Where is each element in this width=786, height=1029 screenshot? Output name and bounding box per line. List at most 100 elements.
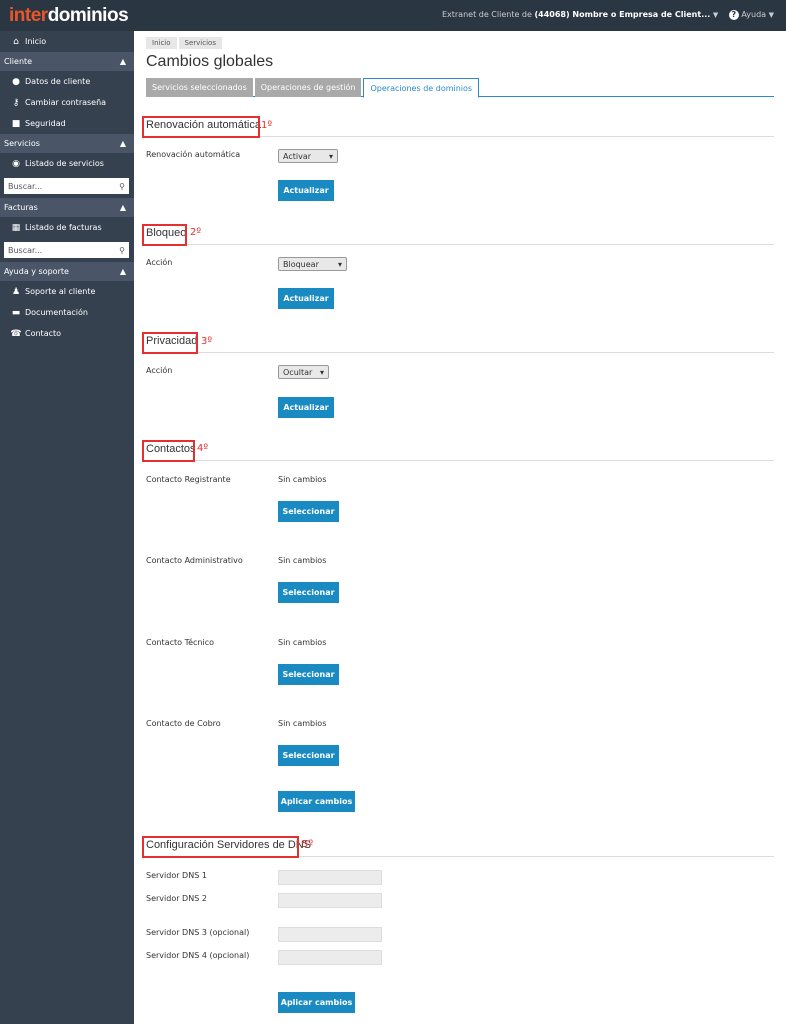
search-services-input[interactable]: Buscar... ⚲: [4, 178, 129, 194]
dns4-input[interactable]: [278, 950, 382, 965]
search-placeholder: Buscar...: [8, 245, 43, 255]
section-title: Contactos: [146, 443, 774, 461]
dns1-input[interactable]: [278, 870, 382, 885]
sidebar-section-ayuda[interactable]: Ayuda y soporte ▲: [0, 262, 134, 281]
field-label: Renovación automática: [146, 150, 241, 159]
contact-icon: ☎: [10, 328, 22, 339]
brand-logo[interactable]: interdominios: [9, 5, 129, 27]
support-icon: ♟: [11, 286, 21, 297]
aplicar-cambios-button[interactable]: Aplicar cambios: [278, 791, 355, 812]
sidebar-item-datos[interactable]: ● Datos de cliente: [0, 71, 134, 92]
chevron-up-icon: ▲: [119, 57, 126, 66]
tab-servicios-seleccionados[interactable]: Servicios seleccionados: [146, 78, 253, 97]
user-icon: ●: [12, 76, 20, 87]
sidebar-item-soporte[interactable]: ♟ Soporte al cliente: [0, 281, 134, 302]
sidebar-section-facturas[interactable]: Facturas ▲: [0, 198, 134, 217]
section-title: Privacidad: [146, 335, 774, 353]
logo-part-2: dominios: [47, 5, 129, 26]
sidebar-item-seguridad[interactable]: ■ Seguridad: [0, 113, 134, 134]
sidebar-item-contrasena[interactable]: ⚷ Cambiar contraseña: [0, 92, 134, 113]
caret-down-icon[interactable]: ▼: [713, 11, 718, 19]
actualizar-button[interactable]: Actualizar: [278, 288, 334, 309]
step-number: 4º: [197, 443, 209, 454]
sidebar-label: Listado de facturas: [25, 223, 102, 232]
breadcrumb-inicio[interactable]: Inicio: [146, 37, 177, 49]
search-icon[interactable]: ⚲: [119, 246, 125, 255]
help-icon[interactable]: ?: [728, 10, 739, 20]
step-number: 2º: [190, 227, 202, 238]
sidebar-section-servicios[interactable]: Servicios ▲: [0, 134, 134, 153]
privacidad-select[interactable]: Ocultar ▾: [278, 365, 329, 379]
breadcrumb: Inicio Servicios: [146, 37, 224, 49]
sidebar-item-contacto[interactable]: ☎ Contacto: [0, 323, 134, 344]
account-menu[interactable]: (44068) Nombre o Empresa de Client...: [534, 10, 710, 19]
actualizar-button[interactable]: Actualizar: [278, 397, 334, 418]
dns-label: Servidor DNS 2: [146, 894, 207, 903]
chevron-up-icon: ▲: [119, 267, 126, 276]
sidebar: ⌂ Inicio Cliente ▲ ● Datos de cliente ⚷ Camb…: [0, 31, 134, 1024]
highlight-box: [142, 440, 195, 462]
step-number: 5º: [302, 839, 314, 850]
chevron-down-icon: ▾: [337, 259, 342, 269]
renovacion-select[interactable]: Activar ▾: [278, 149, 338, 163]
bloqueo-select[interactable]: Bloquear ▾: [278, 257, 347, 271]
section-dns: Configuración Servidores de DNS 5º Servi…: [142, 836, 774, 1029]
chevron-up-icon: ▲: [119, 203, 126, 212]
breadcrumb-servicios[interactable]: Servicios: [178, 37, 222, 49]
sidebar-label: Seguridad: [25, 119, 66, 128]
section-title: Servicios: [4, 139, 40, 148]
highlight-box: [142, 224, 187, 246]
sidebar-label: Cambiar contraseña: [25, 98, 107, 107]
contact-label: Contacto Administrativo: [146, 556, 243, 565]
search-invoices-input[interactable]: Buscar... ⚲: [4, 242, 129, 258]
section-bloqueo: Bloqueo 2º Acción Bloquear ▾ Actualizar: [142, 224, 774, 327]
tab-operaciones-gestion[interactable]: Operaciones de gestión: [254, 78, 362, 97]
chevron-up-icon: ▲: [119, 139, 126, 148]
field-label: Acción: [146, 366, 173, 375]
contact-label: Contacto Registrante: [146, 475, 231, 484]
sidebar-section-cliente[interactable]: Cliente ▲: [0, 52, 134, 71]
seleccionar-button[interactable]: Seleccionar: [278, 582, 339, 603]
field-label: Acción: [146, 258, 173, 267]
sidebar-label: Contacto: [25, 329, 62, 338]
tab-operaciones-dominios[interactable]: Operaciones de dominios: [363, 78, 480, 98]
section-title: Bloqueo: [146, 227, 774, 245]
sidebar-label: Datos de cliente: [25, 77, 91, 86]
dns-label: Servidor DNS 4 (opcional): [146, 951, 250, 960]
chevron-down-icon: ▾: [328, 151, 333, 161]
select-value: Activar: [283, 151, 312, 161]
invoice-icon: ▦: [11, 222, 21, 233]
caret-down-icon[interactable]: ▼: [769, 11, 774, 19]
folder-icon: ▬: [11, 307, 21, 318]
aplicar-cambios-button[interactable]: Aplicar cambios: [278, 992, 355, 1013]
contact-value: Sin cambios: [278, 556, 327, 565]
search-placeholder: Buscar...: [8, 181, 43, 191]
step-number: 3º: [201, 336, 213, 347]
seleccionar-button[interactable]: Seleccionar: [278, 501, 339, 522]
globe-icon: ◉: [12, 158, 20, 169]
key-icon: ⚷: [12, 97, 20, 108]
seleccionar-button[interactable]: Seleccionar: [278, 745, 339, 766]
dns-label: Servidor DNS 1: [146, 871, 207, 880]
step-number: 1º: [261, 120, 273, 131]
dns2-input[interactable]: [278, 893, 382, 908]
sidebar-item-listado-servicios[interactable]: ◉ Listado de servicios: [0, 153, 134, 174]
sidebar-item-listado-facturas[interactable]: ▦ Listado de facturas: [0, 217, 134, 238]
top-bar: interdominios Extranet de Cliente de (44…: [0, 0, 786, 31]
sidebar-item-documentacion[interactable]: ▬ Documentación: [0, 302, 134, 323]
highlight-box: [142, 332, 198, 354]
section-title: Facturas: [4, 203, 38, 212]
page-title: Cambios globales: [146, 53, 274, 70]
select-value: Bloquear: [283, 259, 319, 269]
contact-value: Sin cambios: [278, 475, 327, 484]
help-menu[interactable]: Ayuda: [741, 10, 766, 19]
sidebar-item-inicio[interactable]: ⌂ Inicio: [0, 31, 134, 52]
seleccionar-button[interactable]: Seleccionar: [278, 664, 339, 685]
sidebar-label: Documentación: [25, 308, 88, 317]
dns3-input[interactable]: [278, 927, 382, 942]
sidebar-label: Inicio: [25, 37, 47, 46]
search-icon[interactable]: ⚲: [119, 182, 125, 191]
section-title: Ayuda y soporte: [4, 267, 69, 276]
contact-label: Contacto Técnico: [146, 638, 214, 647]
actualizar-button[interactable]: Actualizar: [278, 180, 334, 201]
